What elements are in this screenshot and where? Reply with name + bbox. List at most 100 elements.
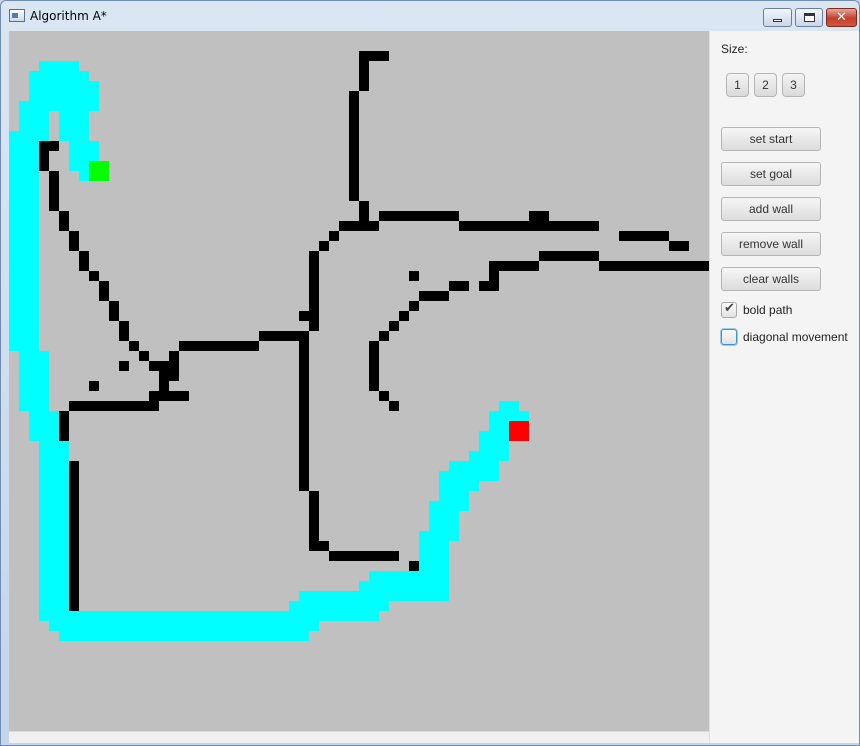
wall-cell	[329, 231, 339, 241]
set-goal-button[interactable]: set goal	[721, 162, 821, 186]
wall-cell	[379, 211, 389, 221]
path-cell	[479, 461, 489, 471]
path-cell	[49, 571, 59, 581]
path-cell	[49, 91, 59, 101]
wall-cell	[369, 551, 379, 561]
wall-cell	[129, 401, 139, 411]
path-cell	[449, 471, 459, 481]
path-cell	[439, 551, 449, 561]
path-cell	[429, 501, 439, 511]
size-2-button[interactable]: 2	[754, 73, 777, 97]
wall-cell	[99, 291, 109, 301]
path-cell	[449, 501, 459, 511]
path-cell	[49, 101, 59, 111]
horizontal-scrollbar[interactable]	[9, 731, 709, 743]
clear-walls-button[interactable]: clear walls	[721, 267, 821, 291]
path-cell	[59, 451, 69, 461]
path-cell	[89, 631, 99, 641]
wall-cell	[309, 321, 319, 331]
wall-cell	[439, 291, 449, 301]
path-cell	[29, 201, 39, 211]
path-cell	[449, 481, 459, 491]
wall-cell	[139, 401, 149, 411]
path-cell	[69, 631, 79, 641]
wall-cell	[299, 341, 309, 351]
maximize-button[interactable]	[795, 8, 823, 27]
path-cell	[59, 551, 69, 561]
wall-cell	[349, 551, 359, 561]
size-1-button[interactable]: 1	[726, 73, 749, 97]
wall-cell	[299, 471, 309, 481]
add-wall-button[interactable]: add wall	[721, 197, 821, 221]
path-cell	[279, 631, 289, 641]
path-cell	[199, 621, 209, 631]
wall-cell	[349, 221, 359, 231]
path-cell	[49, 591, 59, 601]
path-cell	[49, 461, 59, 471]
pathfinding-grid[interactable]	[9, 31, 709, 731]
path-cell	[439, 521, 449, 531]
path-cell	[19, 171, 29, 181]
path-cell	[29, 231, 39, 241]
wall-cell	[689, 261, 699, 271]
path-cell	[39, 451, 49, 461]
wall-cell	[629, 231, 639, 241]
path-cell	[219, 621, 229, 631]
path-cell	[9, 331, 19, 341]
title-bar[interactable]: Algorithm A* ✕	[1, 1, 859, 31]
path-cell	[29, 401, 39, 411]
diagonal-movement-check-icon[interactable]	[721, 329, 737, 345]
wall-cell	[409, 271, 419, 281]
path-cell	[39, 71, 49, 81]
path-cell	[299, 591, 309, 601]
wall-cell	[449, 211, 459, 221]
path-cell	[19, 301, 29, 311]
path-cell	[69, 61, 79, 71]
path-cell	[439, 531, 449, 541]
path-cell	[19, 181, 29, 191]
wall-cell	[209, 341, 219, 351]
path-cell	[379, 601, 389, 611]
wall-cell	[39, 161, 49, 171]
path-cell	[29, 121, 39, 131]
size-3-button[interactable]: 3	[782, 73, 805, 97]
path-cell	[69, 141, 79, 151]
path-cell	[19, 341, 29, 351]
path-cell	[39, 101, 49, 111]
path-cell	[219, 611, 229, 621]
path-cell	[289, 631, 299, 641]
bold-path-check-icon[interactable]	[721, 301, 737, 318]
path-cell	[449, 531, 459, 541]
remove-wall-button[interactable]: remove wall	[721, 232, 821, 256]
wall-cell	[309, 541, 319, 551]
wall-cell	[299, 351, 309, 361]
path-cell	[439, 491, 449, 501]
path-cell	[59, 471, 69, 481]
app-window-icon	[9, 9, 25, 22]
path-cell	[29, 271, 39, 281]
path-cell	[9, 211, 19, 221]
set-start-button[interactable]: set start	[721, 127, 821, 151]
path-cell	[79, 101, 89, 111]
path-cell	[459, 501, 469, 511]
path-cell	[359, 611, 369, 621]
close-button[interactable]: ✕	[826, 8, 857, 27]
path-cell	[439, 581, 449, 591]
path-cell	[29, 251, 39, 261]
path-cell	[39, 591, 49, 601]
wall-cell	[299, 431, 309, 441]
path-cell	[19, 161, 29, 171]
wall-cell	[669, 261, 679, 271]
wall-cell	[39, 141, 49, 151]
path-cell	[79, 171, 89, 181]
wall-cell	[549, 221, 559, 231]
wall-layer	[39, 51, 709, 621]
path-cell	[229, 631, 239, 641]
wall-cell	[369, 351, 379, 361]
path-cell	[379, 581, 389, 591]
wall-cell	[69, 481, 79, 491]
window-title: Algorithm A*	[30, 9, 107, 23]
minimize-button[interactable]	[763, 8, 792, 27]
size-label: Size:	[721, 42, 748, 56]
wall-cell	[69, 401, 79, 411]
